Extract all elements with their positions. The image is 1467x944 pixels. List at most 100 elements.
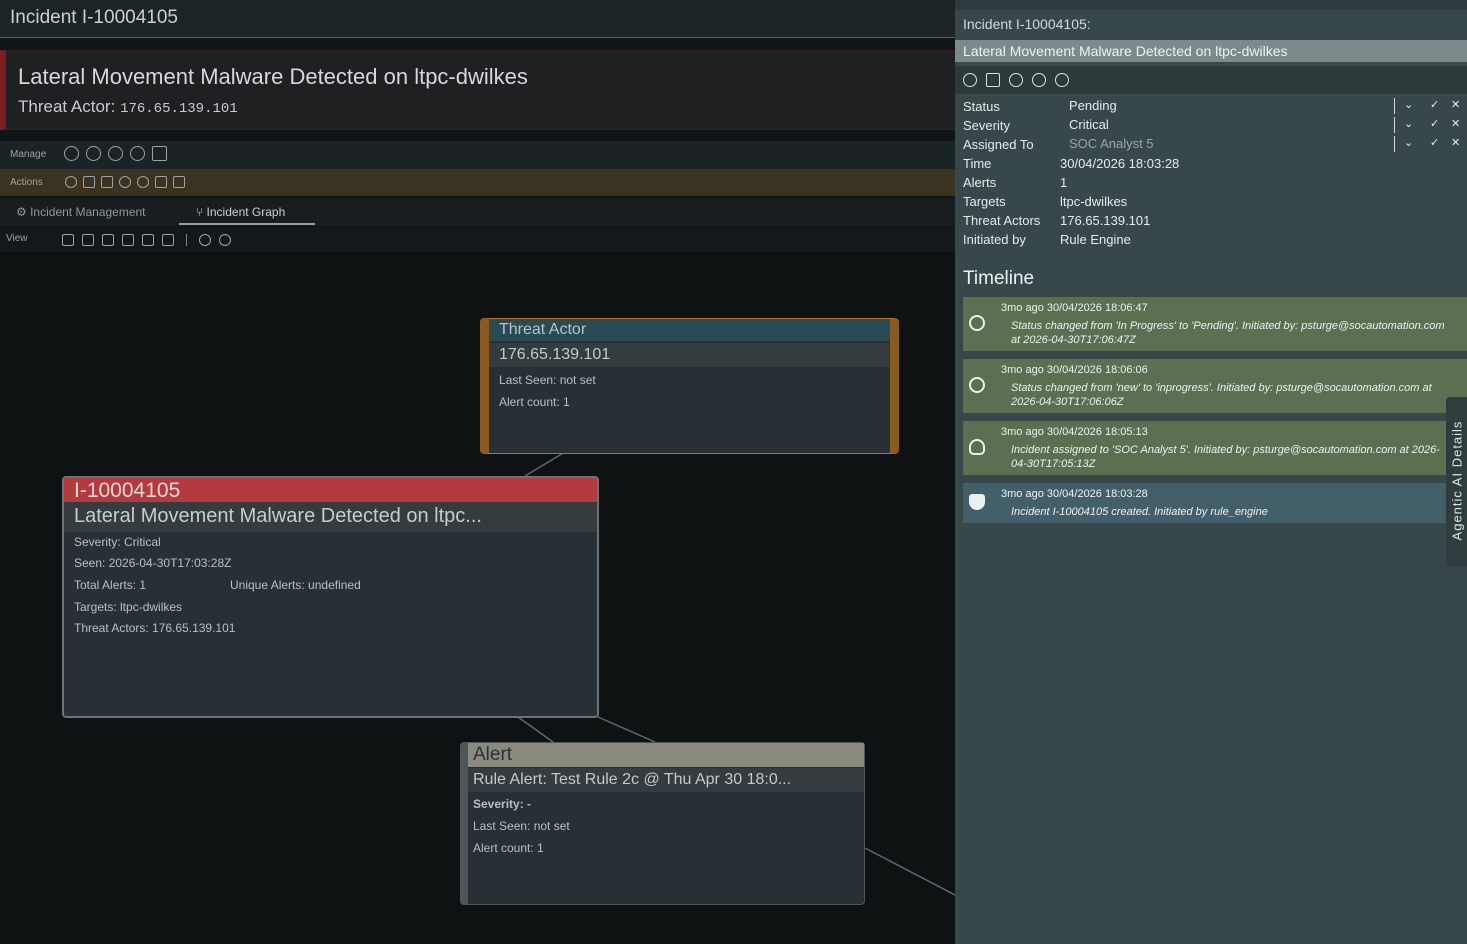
trash-icon[interactable] [152, 146, 167, 161]
incident-graph[interactable]: Threat Actor 176.65.139.101 Last Seen: n… [0, 252, 955, 944]
node-heading: Alert [473, 744, 513, 765]
layout-tree-icon[interactable] [122, 234, 134, 246]
layout-right-icon[interactable] [102, 234, 114, 246]
manage-label: Manage [10, 149, 47, 160]
initiated-by-value: Rule Engine [1060, 232, 1131, 247]
tab-incident-management[interactable]: ⚙ Incident Management [16, 205, 146, 219]
threat-actor-line: Threat Actor: 176.65.139.101 [18, 97, 238, 117]
status-value[interactable]: Pending [1069, 98, 1117, 113]
tab-label: Incident Management [30, 205, 146, 219]
timeline-time: 3mo ago 30/04/2026 18:05:13 [1001, 426, 1148, 438]
manage-bar: Manage [0, 141, 955, 169]
separator [1394, 117, 1395, 133]
alerts-label: Alerts [963, 175, 997, 190]
node-severity: Severity: - [473, 797, 532, 811]
timeline-title: Timeline [963, 268, 1035, 289]
agentic-ai-details-tab[interactable]: Agentic AI Details [1446, 397, 1467, 567]
timeline-text: Status changed from 'In Progress' to 'Pe… [1011, 320, 1445, 346]
panel-top-strip [955, 0, 1467, 10]
main-area: Incident I-10004105 Lateral Movement Mal… [0, 0, 955, 944]
confirm-icon[interactable]: ✓ [1430, 136, 1439, 149]
threat-actor-label: Threat Actor: [18, 97, 116, 116]
edge-incident-alert-2 [597, 716, 656, 743]
node-threat-actors: Threat Actors: 176.65.139.101 [74, 621, 236, 635]
threat-actor-node[interactable]: Threat Actor 176.65.139.101 Last Seen: n… [480, 318, 899, 454]
assigned-label: Assigned To [963, 137, 1034, 152]
cancel-icon[interactable]: ✕ [1451, 136, 1460, 149]
confirm-icon[interactable]: ✓ [1430, 98, 1439, 111]
comment-icon[interactable] [130, 146, 145, 161]
timeline-item: 3mo ago 30/04/2026 18:05:13 Incident ass… [963, 421, 1467, 475]
shield-icon [969, 494, 985, 510]
database-icon[interactable] [83, 176, 95, 188]
severity-value[interactable]: Critical [1069, 117, 1109, 132]
view-separator [186, 234, 187, 246]
active-tab-indicator [179, 223, 315, 225]
gear-icon[interactable] [137, 176, 149, 188]
confirm-icon[interactable]: ✓ [1430, 117, 1439, 130]
target-icon[interactable] [199, 234, 211, 246]
chevron-down-icon[interactable]: ⌄ [1404, 136, 1413, 149]
edge-actor-incident [524, 451, 566, 477]
user-icon [969, 439, 985, 455]
node-value: 176.65.139.101 [499, 346, 611, 363]
tab-incident-graph[interactable]: ⑂ Incident Graph [196, 205, 285, 219]
separator [1394, 98, 1395, 114]
severity-label: Severity [963, 118, 1010, 133]
mail-icon[interactable] [173, 176, 185, 188]
separator [1394, 136, 1395, 152]
timer-icon[interactable] [1032, 73, 1046, 87]
tab-bar: ⚙ Incident Management ⑂ Incident Graph [0, 198, 955, 226]
incident-header: Lateral Movement Malware Detected on ltp… [0, 50, 955, 130]
shuffle-icon[interactable] [142, 234, 154, 246]
side-tab-label: Agentic AI Details [1449, 420, 1465, 541]
incident-detail-panel: Incident I-10004105: Lateral Movement Ma… [955, 0, 1467, 944]
chevron-down-icon[interactable]: ⌄ [1404, 98, 1413, 111]
cancel-icon[interactable]: ✕ [1451, 98, 1460, 111]
view-bar: View [0, 228, 955, 252]
chevron-down-icon[interactable]: ⌄ [1404, 117, 1413, 130]
layout-left-icon[interactable] [82, 234, 94, 246]
comment-icon[interactable] [1055, 73, 1069, 87]
timeline-item: 3mo ago 30/04/2026 18:03:28 Incident I-1… [963, 483, 1467, 523]
edge-incident-alert-1 [517, 716, 554, 743]
app: Incident I-10004105 Lateral Movement Mal… [0, 0, 1467, 944]
check-circle-icon[interactable] [64, 146, 79, 161]
edge-alert-target [864, 847, 955, 896]
incident-node[interactable]: I-10004105 Lateral Movement Malware Dete… [62, 476, 599, 718]
view-label: View [6, 233, 28, 244]
node-alert-count: Alert count: 1 [499, 395, 570, 409]
page-title: Incident I-10004105 [10, 7, 178, 28]
alerts-value: 1 [1060, 175, 1068, 190]
incident-title: Lateral Movement Malware Detected on ltp… [18, 64, 528, 89]
status-icon[interactable] [86, 146, 101, 161]
timeline-time: 3mo ago 30/04/2026 18:06:47 [1001, 302, 1148, 314]
node-title: Lateral Movement Malware Detected on ltp… [74, 505, 482, 527]
manage-icons [64, 146, 167, 161]
node-severity: Severity: Critical [74, 535, 161, 549]
fingerprint-icon[interactable] [65, 176, 77, 188]
cancel-icon[interactable]: ✕ [1451, 117, 1460, 130]
network-icon[interactable] [219, 234, 231, 246]
status-change-icon [969, 315, 985, 331]
node-heading: Threat Actor [499, 321, 587, 338]
fit-view-icon[interactable] [62, 234, 74, 246]
node-unique-alerts: Unique Alerts: undefined [230, 578, 361, 592]
timeline-text: Incident assigned to 'SOC Analyst 5'. In… [1011, 444, 1440, 470]
panel-title: Lateral Movement Malware Detected on ltp… [963, 43, 1288, 59]
export-icon[interactable] [155, 176, 167, 188]
assigned-value[interactable]: SOC Analyst 5 [1069, 136, 1154, 151]
expand-icon[interactable] [162, 234, 174, 246]
node-id: I-10004105 [74, 479, 181, 502]
tag-icon[interactable] [101, 176, 113, 188]
threat-actors-label: Threat Actors [963, 213, 1041, 228]
initiated-by-label: Initiated by [963, 232, 1026, 247]
timer-icon[interactable] [108, 146, 123, 161]
status-icon[interactable] [1009, 73, 1023, 87]
threat-actor-value: 176.65.139.101 [120, 101, 238, 117]
alert-node[interactable]: Alert Rule Alert: Test Rule 2c @ Thu Apr… [460, 742, 865, 905]
check-circle-icon[interactable] [963, 73, 977, 87]
shield-icon[interactable] [119, 176, 131, 188]
panel-incident-id: Incident I-10004105: [963, 16, 1091, 32]
bookmark-icon[interactable] [986, 73, 1000, 87]
